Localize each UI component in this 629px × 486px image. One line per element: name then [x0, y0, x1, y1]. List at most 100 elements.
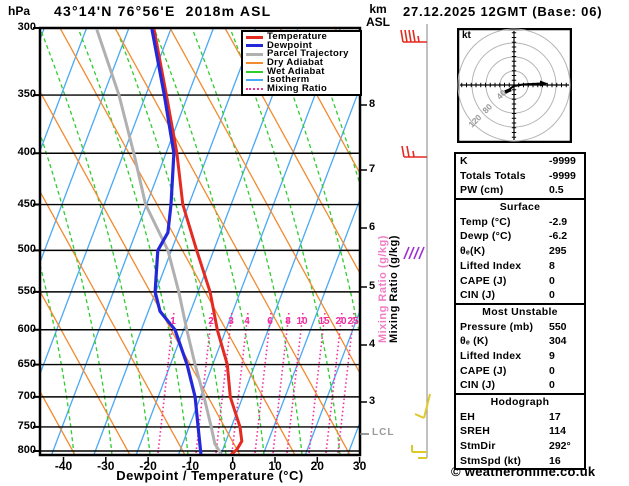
pressure-unit-label: hPa — [8, 4, 31, 18]
table-row-value: -9999 — [549, 169, 576, 182]
table-row-value: 292° — [549, 440, 571, 453]
table-section: Most Unstable Pressure (mb) 550 θₑ (K) 304 Li… — [456, 302, 584, 393]
km-tick-label: 8 — [369, 98, 376, 110]
table-row-label: Lifted Index — [460, 349, 522, 362]
legend-item-label: Mixing Ratio — [267, 82, 328, 94]
table-row-label: StmDir — [460, 440, 496, 453]
table-row: CIN (J) 0 — [456, 288, 584, 303]
mixing-ratio-value-label: 1 — [170, 316, 176, 327]
legend-line-sample — [246, 70, 263, 73]
temp-tick-label: 0 — [229, 459, 237, 473]
pressure-tick-label: 350 — [17, 88, 36, 101]
pressure-tick-label: 550 — [17, 284, 36, 297]
temp-tick-label: 10 — [268, 459, 282, 473]
temp-tick-label: -30 — [97, 459, 115, 473]
table-section: Surface Temp (°C) -2.9 Dewp (°C) -6.2 θₑ(K) 29… — [456, 198, 584, 303]
pressure-tick-label: 500 — [17, 243, 36, 256]
table-row-label: CIN (J) — [460, 289, 496, 302]
pressure-tick-label: 650 — [17, 357, 36, 370]
mixing-ratio-value-label: 3 — [228, 316, 234, 327]
table-row-value: 114 — [549, 425, 566, 438]
lcl-label: LCL — [372, 427, 395, 438]
table-row: StmSpd (kt) 16 — [456, 454, 584, 469]
mixing-ratio-value-label: 2 — [208, 316, 214, 327]
pressure-tick-label: 800 — [17, 444, 36, 456]
table-row-value: 9 — [549, 349, 555, 362]
table-row: Lifted Index 9 — [456, 349, 584, 364]
legend: Temperature Dewpoint Parcel Trajectory Dry … — [241, 30, 362, 96]
legend-item: Mixing Ratio — [243, 82, 360, 94]
table-row-value: 17 — [549, 410, 561, 423]
km-unit-label: km — [369, 2, 387, 16]
table-row-label: θₑ(K) — [460, 245, 486, 258]
table-row-label: EH — [460, 410, 475, 423]
table-row-value: -9999 — [549, 155, 576, 167]
skewt-screenshot: hPa 43°14'N 76°56'E 2018m ASL km ASL 27.… — [0, 0, 629, 486]
table-row: EH 17 — [456, 410, 584, 425]
table-section-header: Surface — [499, 201, 541, 214]
legend-line-sample — [246, 52, 263, 56]
table-row: PW (cm) 0.5 — [456, 183, 584, 198]
table-row-label: PW (cm) — [460, 184, 504, 197]
table-section-header: Most Unstable — [482, 305, 558, 318]
table-row: K -9999 — [456, 154, 584, 169]
sounding-indices-table: K -9999 Totals Totals -9999 PW (cm) 0.5 Surfac… — [454, 152, 586, 471]
table-section: K -9999 Totals Totals -9999 PW (cm) 0.5 — [456, 154, 584, 198]
table-row: CAPE (J) 0 — [456, 274, 584, 289]
table-row-value: 0 — [549, 274, 555, 287]
table-row-label: StmSpd (kt) — [460, 454, 522, 467]
temp-tick-label: -20 — [139, 459, 157, 473]
table-row-value: 0 — [549, 379, 555, 392]
curve-temperature — [152, 29, 244, 454]
km-tick-label: 3 — [369, 395, 376, 407]
mixing-ratio-value-label: 15 — [318, 316, 330, 327]
table-row: θₑ (K) 304 — [456, 334, 584, 349]
table-row: Lifted Index 8 — [456, 259, 584, 274]
pressure-tick-label: 750 — [17, 419, 36, 432]
table-section-header: Hodograph — [490, 396, 550, 408]
mixing-ratio-value-label: 10 — [296, 316, 308, 327]
table-row-label: SREH — [460, 425, 490, 438]
table-row-value: 304 — [549, 335, 567, 348]
table-row-value: 550 — [549, 320, 567, 333]
table-row-value: -6.2 — [549, 230, 568, 243]
table-row-value: 0 — [549, 289, 555, 302]
temp-tick-label: 20 — [310, 459, 324, 473]
table-row: Totals Totals -9999 — [456, 169, 584, 184]
mixing-ratio-value-label: 8 — [285, 316, 291, 327]
table-row-value: 295 — [549, 245, 567, 258]
temp-tick-label: -40 — [54, 459, 73, 473]
km-tick-label: 7 — [369, 163, 376, 175]
mixing-ratio-value-label: 6 — [267, 316, 273, 327]
pressure-tick-label: 400 — [17, 146, 36, 159]
datetime-title: 27.12.2025 12GMT (Base: 06) — [403, 4, 603, 19]
mixing-ratio-value-label: 25 — [347, 316, 359, 327]
table-row: Temp (°C) -2.9 — [456, 215, 584, 230]
hodograph-canvas: 4080120 — [456, 27, 573, 144]
asl-unit-label: ASL — [366, 15, 390, 29]
table-row: CAPE (J) 0 — [456, 364, 584, 379]
legend-line-sample — [246, 87, 263, 90]
curve-parcel-trajectory — [95, 29, 222, 454]
table-row-label: Temp (°C) — [460, 215, 511, 228]
pressure-tick-label: 300 — [17, 21, 36, 33]
temp-tick-label: -10 — [181, 459, 200, 473]
hodograph: kt 40 80 120 — [456, 27, 573, 144]
station-title: 43°14'N 76°56'E 2018m ASL — [54, 3, 272, 19]
table-row: SREH 114 — [456, 424, 584, 439]
table-row-value: 0 — [549, 364, 555, 377]
mixing-ratio-value-label: 20 — [335, 316, 347, 327]
table-row: Pressure (mb) 550 — [456, 320, 584, 335]
hodograph-unit-label: kt — [462, 30, 471, 41]
pressure-tick-label: 450 — [17, 197, 36, 210]
legend-line-sample — [246, 79, 263, 82]
km-tick-label: 6 — [369, 221, 376, 233]
table-row-label: Dewp (°C) — [460, 230, 512, 243]
table-row-value: 0.5 — [549, 184, 564, 197]
table-row: CIN (J) 0 — [456, 378, 584, 393]
table-row-label: CAPE (J) — [460, 274, 507, 287]
wind-barb-column — [400, 24, 431, 459]
table-row-label: Pressure (mb) — [460, 320, 534, 333]
table-row-label: θₑ (K) — [460, 335, 489, 348]
pressure-tick-label: 700 — [17, 389, 36, 402]
